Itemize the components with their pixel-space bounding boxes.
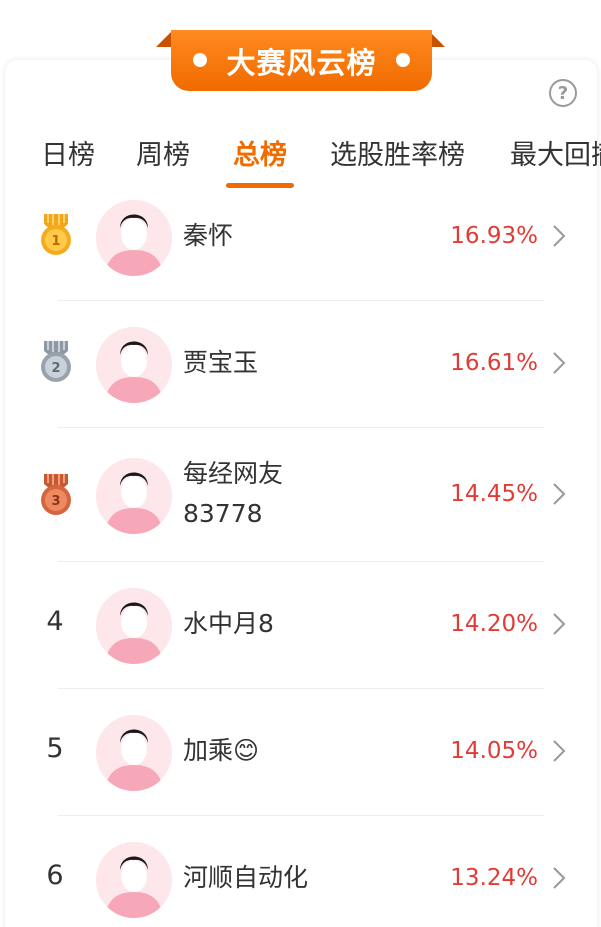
tab-overall[interactable]: 总榜 [233,133,287,172]
tab-win-rate[interactable]: 选股胜率榜 [330,133,465,172]
rank-number: 5 [46,733,64,764]
avatar [96,458,172,534]
rank-number: 6 [46,860,64,891]
avatar [96,842,172,918]
rank-number: 3 [51,494,60,509]
ribbon-dot-right [396,53,410,67]
gold-medal-icon: 1 [41,214,71,255]
row-divider [58,300,544,301]
return-percent: 14.45% [450,481,538,507]
leaderboard-page: 大赛风云榜 ? 日榜 周榜 总榜 选股胜率榜 最大回撤榜 1 秦怀 16.93% [0,0,601,927]
leaderboard-row[interactable]: 3 每经网友 83778 14.45% [0,454,601,562]
user-name: 秦怀 [183,221,234,250]
user-name: 河顺自动化 [183,863,309,892]
user-name: 水中月8 [183,609,274,638]
help-circle-icon[interactable]: ? [549,79,577,107]
rank-number: 4 [46,606,64,637]
return-percent: 13.24% [450,865,538,891]
leaderboard-row[interactable]: 2 贾宝玉 16.61% [0,323,601,427]
avatar [96,715,172,791]
avatar [96,588,172,664]
rank-number: 1 [51,234,60,249]
ribbon-fold-left [156,31,172,47]
bronze-medal-icon: 3 [41,474,71,515]
avatar [96,200,172,276]
silver-medal-icon: 2 [41,341,71,382]
chevron-right-icon [553,867,566,889]
row-divider [58,815,544,816]
return-percent: 16.61% [450,350,538,376]
chevron-right-icon [553,352,566,374]
tab-max-drawdown[interactable]: 最大回撤榜 [510,133,601,172]
page-title: 大赛风云榜 [226,45,377,80]
row-divider [58,427,544,428]
user-name: 加乘😊 [183,736,260,765]
row-divider [58,561,544,562]
tab-weekly[interactable]: 周榜 [136,133,190,172]
return-percent: 16.93% [450,223,538,249]
leaderboard-row[interactable]: 6 河顺自动化 13.24% [0,838,601,927]
leaderboard-row[interactable]: 1 秦怀 16.93% [0,196,601,300]
user-name-line2: 83778 [183,499,263,528]
tab-bar: 日榜 周榜 总榜 选股胜率榜 最大回撤榜 [0,125,601,195]
ribbon-dot-left [193,53,207,67]
chevron-right-icon [553,613,566,635]
return-percent: 14.05% [450,738,538,764]
leaderboard-row[interactable]: 5 加乘😊 14.05% [0,711,601,815]
rank-number: 2 [51,361,60,376]
chevron-right-icon [553,483,566,505]
user-name: 贾宝玉 [183,348,259,377]
user-name: 每经网友 [183,459,284,488]
chevron-right-icon [553,225,566,247]
leaderboard-row[interactable]: 4 水中月8 14.20% [0,584,601,688]
title-ribbon: 大赛风云榜 [171,30,432,91]
return-percent: 14.20% [450,611,538,637]
row-divider [58,688,544,689]
tab-daily[interactable]: 日榜 [41,133,95,172]
avatar [96,327,172,403]
chevron-right-icon [553,740,566,762]
active-tab-indicator [226,183,294,188]
